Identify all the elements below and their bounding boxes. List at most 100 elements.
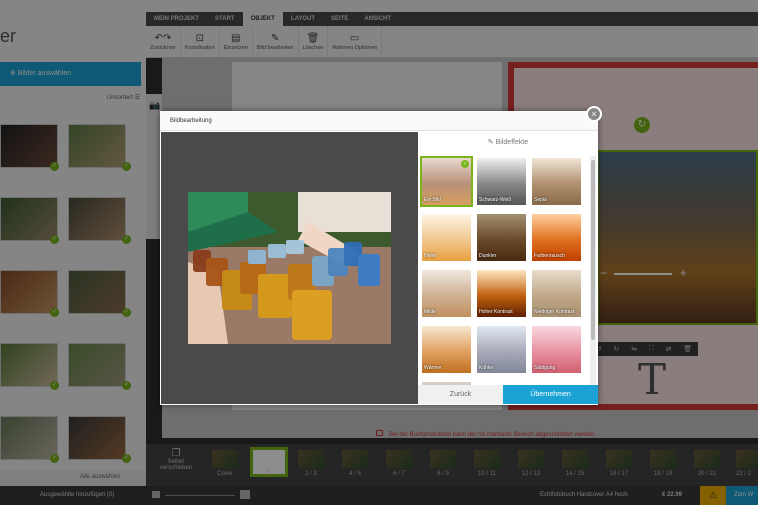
insert-button[interactable]: ▤ Einsetzen xyxy=(220,26,253,57)
effect-tile[interactable]: Sättigung xyxy=(530,324,583,375)
dialog-title: Bildbearbeitung xyxy=(160,111,598,131)
frame-options-button[interactable]: ▭ Rahmen Optionen xyxy=(328,26,382,57)
image-thumbnail[interactable] xyxy=(0,270,58,314)
image-thumbnail[interactable] xyxy=(0,343,58,387)
page-thumb[interactable] xyxy=(694,450,720,468)
replace-icon[interactable]: ⇄ xyxy=(666,345,672,353)
delete-button[interactable]: 🗑 Löschen xyxy=(299,26,329,57)
page-thumb[interactable] xyxy=(298,450,324,468)
effect-tile[interactable]: Kühler xyxy=(475,324,528,375)
effect-label: Niedriger Kontrast xyxy=(534,309,575,315)
page-thumb[interactable] xyxy=(650,450,676,468)
bleed-warning: Bei der Buchproduktion kann der rot mark… xyxy=(376,430,596,438)
edit-image-icon: ✎ xyxy=(270,32,280,44)
image-thumbnail[interactable] xyxy=(68,343,126,387)
tab-ansicht[interactable]: ANSICHT xyxy=(356,12,399,26)
page-thumb[interactable] xyxy=(386,450,412,468)
select-images-button[interactable]: ⊕ Bilder auswählen xyxy=(0,62,141,86)
page-label: 4 / 5 xyxy=(349,471,361,477)
warning-icon[interactable]: ⚠ xyxy=(700,486,726,505)
tab-seite[interactable]: SEITE xyxy=(323,12,356,26)
fit-icon[interactable]: ⛶ xyxy=(649,345,654,353)
zoom-in-icon[interactable]: + xyxy=(680,266,687,280)
image-thumbnail[interactable] xyxy=(68,270,126,314)
effects-scrollbar[interactable] xyxy=(590,156,596,386)
undo-redo-button[interactable]: ↶↷ Zurück/vor xyxy=(146,26,181,57)
photo-zoom-control[interactable]: − + xyxy=(600,266,690,280)
coordinates-button[interactable]: ⊡ Koordinaten xyxy=(181,26,220,57)
app-title: er xyxy=(0,26,17,46)
tab-layout[interactable]: LAYOUT xyxy=(283,12,323,26)
sort-icon: ☰ xyxy=(134,95,140,101)
page-label: 6 / 7 xyxy=(393,471,405,477)
select-all-link[interactable]: Alle auswählen xyxy=(80,474,120,480)
effect-tile-original[interactable]: ✓ Ein Bild xyxy=(420,156,473,207)
undo-redo-label: Zurück/vor xyxy=(150,44,176,51)
effect-tile[interactable]: Niedriger Kontrast xyxy=(530,268,583,319)
back-button[interactable]: Zurück xyxy=(418,385,503,404)
flip-icon[interactable]: ⇋ xyxy=(631,345,637,353)
zoom-slider[interactable] xyxy=(614,272,673,275)
sort-label: Unsortiert xyxy=(106,95,133,101)
page-label: 2 / 3 xyxy=(305,471,317,477)
page-label: 18 / 19 xyxy=(653,471,673,477)
page-thumb[interactable] xyxy=(430,450,456,468)
effect-tile[interactable]: Farbenrausch xyxy=(530,212,583,263)
preview-photo xyxy=(188,192,391,344)
page-thumb[interactable] xyxy=(562,450,588,468)
image-thumbnail[interactable] xyxy=(0,197,58,241)
check-icon: ✓ xyxy=(50,381,59,390)
image-thumbnail[interactable] xyxy=(0,416,58,460)
rotate-right-icon[interactable]: ↻ xyxy=(614,345,620,353)
trash-icon[interactable]: 🗑 xyxy=(683,345,692,353)
image-thumbnail[interactable] xyxy=(68,124,126,168)
zoom-out-icon[interactable]: − xyxy=(600,266,607,280)
effect-tile[interactable]: Heller xyxy=(420,212,473,263)
status-bar: Ausgewählte hinzufügen (0) Echtfotobuch … xyxy=(0,486,758,505)
move-pages-label: Seiten verschieben xyxy=(159,459,193,471)
effect-tile[interactable]: Wärmer xyxy=(420,324,473,375)
rotate-handle-icon[interactable]: ↻ xyxy=(634,117,650,133)
plus-icon: ⊕ xyxy=(10,70,18,77)
effect-tile[interactable]: Milde xyxy=(420,268,473,319)
selected-photo-frame[interactable] xyxy=(597,150,758,325)
effect-tile[interactable]: Hoher Kontrast xyxy=(475,268,528,319)
insert-icon: ▤ xyxy=(231,32,241,44)
close-icon[interactable]: × xyxy=(586,106,602,122)
coordinates-icon: ⊡ xyxy=(195,32,205,44)
page-thumb[interactable] xyxy=(736,450,758,468)
camera-icon[interactable]: 📷 xyxy=(149,100,160,111)
page-label: 10 / 11 xyxy=(478,471,496,477)
add-selected-button[interactable]: Ausgewählte hinzufügen (0) xyxy=(40,492,114,498)
effect-tile[interactable]: Schwarz-Weiß xyxy=(475,156,528,207)
effect-tile[interactable]: Sepia xyxy=(530,156,583,207)
effects-grid: ✓ Ein Bild Schwarz-Weiß Sepia Heller Dun… xyxy=(420,156,588,386)
image-thumbnail[interactable] xyxy=(68,416,126,460)
zoom-slider[interactable] xyxy=(165,495,235,496)
cart-button[interactable]: Zum W xyxy=(726,486,758,505)
image-thumbnail[interactable] xyxy=(68,197,126,241)
tab-start[interactable]: START xyxy=(207,12,243,26)
apply-button[interactable]: Übernehmen xyxy=(503,385,598,404)
page-label: 22 / 2 xyxy=(735,471,751,477)
move-pages-button[interactable]: ❐ Seiten verschieben xyxy=(156,448,196,471)
page-thumb[interactable] xyxy=(518,450,544,468)
tab-objekt[interactable]: OBJEKT xyxy=(242,12,283,26)
page-label: 14 / 15 xyxy=(565,471,585,477)
effect-label: Farbenrausch xyxy=(534,253,565,259)
edit-image-button[interactable]: ✎ Bild bearbeiten xyxy=(253,26,299,57)
page-thumb[interactable] xyxy=(606,450,632,468)
page-thumb[interactable] xyxy=(474,450,500,468)
page-thumb[interactable] xyxy=(342,450,368,468)
menu-bar: MEIN PROJEKT START OBJEKT LAYOUT SEITE A… xyxy=(146,12,758,26)
brush-icon: ✎ xyxy=(487,139,494,146)
effect-tile[interactable]: Dunkler xyxy=(475,212,528,263)
page-thumb-cover[interactable] xyxy=(212,450,238,468)
scrollbar-thumb[interactable] xyxy=(591,160,595,340)
sort-dropdown[interactable]: Unsortiert ☰ xyxy=(107,94,140,101)
text-element[interactable]: T xyxy=(638,355,666,404)
top-strip xyxy=(0,0,758,12)
page-label: 12 / 13 xyxy=(521,471,541,477)
image-thumbnail[interactable] xyxy=(0,124,58,168)
tab-mein-projekt[interactable]: MEIN PROJEKT xyxy=(146,12,207,26)
